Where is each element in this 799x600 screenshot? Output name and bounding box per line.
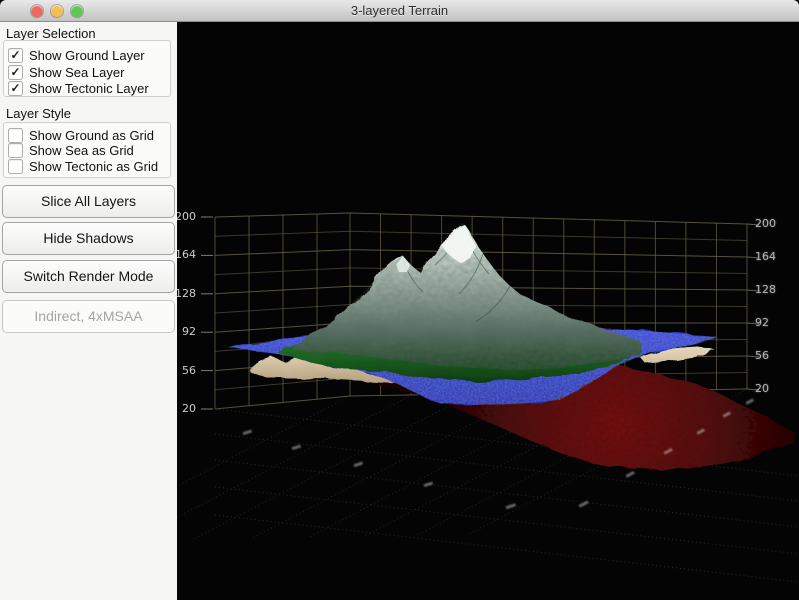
y-axis-right-label: 128 (755, 283, 776, 296)
slice-all-layers-button[interactable]: Slice All Layers (2, 185, 175, 218)
ground-layer-checkbox[interactable]: ✓ (8, 48, 23, 63)
checkbox-row-ground-layer[interactable]: ✓ Show Ground Layer (8, 48, 145, 63)
control-sidebar: Layer Selection ✓ Show Ground Layer ✓ Sh… (0, 22, 177, 600)
terrain-3d-viewport[interactable]: 200 164 128 92 56 20 200 164 128 92 56 2… (177, 22, 799, 600)
y-axis-right-label: 56 (755, 349, 769, 362)
checkbox-label: Show Ground as Grid (29, 128, 155, 143)
sea-layer-checkbox[interactable]: ✓ (8, 65, 23, 80)
check-mark: ✓ (10, 48, 21, 62)
checkbox-label: Show Tectonic Layer (29, 81, 149, 96)
checkbox-row-sea-grid[interactable]: Show Sea as Grid (8, 143, 134, 158)
check-mark: ✓ (10, 81, 21, 95)
checkbox-label: Show Sea as Grid (29, 143, 134, 158)
check-mark: ✓ (10, 65, 21, 79)
terrain-render (177, 212, 799, 583)
y-axis-right-label: 92 (755, 316, 769, 329)
y-axis-left-label: 92 (182, 325, 196, 338)
sea-grid-checkbox[interactable] (8, 143, 23, 158)
hide-shadows-button[interactable]: Hide Shadows (2, 222, 175, 255)
checkbox-row-ground-grid[interactable]: Show Ground as Grid (8, 128, 154, 143)
checkbox-row-tectonic-layer[interactable]: ✓ Show Tectonic Layer (8, 81, 149, 96)
tectonic-grid-checkbox[interactable] (8, 159, 23, 174)
title-bar[interactable]: 3-layered Terrain (0, 0, 799, 22)
checkbox-label: Show Sea Layer (29, 65, 125, 80)
mountain (292, 223, 640, 370)
checkbox-label: Show Tectonic as Grid (29, 159, 159, 174)
window-title: 3-layered Terrain (350, 3, 449, 18)
y-axis-left-label: 200 (177, 210, 196, 223)
snow-cap-secondary (396, 256, 410, 272)
y-axis-left-label: 20 (182, 402, 196, 415)
layer-style-heading: Layer Style (6, 106, 72, 121)
checkbox-label: Show Ground Layer (29, 48, 145, 63)
y-axis-right-label: 20 (755, 382, 769, 395)
y-axis-left-label: 164 (177, 248, 196, 261)
app-window: 3-layered Terrain Layer Selection ✓ Show… (0, 0, 799, 600)
y-axis-right-label: 200 (755, 217, 776, 230)
y-axis-left-label: 128 (177, 287, 196, 300)
switch-render-mode-button[interactable]: Switch Render Mode (2, 260, 175, 293)
ground-grid-checkbox[interactable] (8, 128, 23, 143)
checkbox-row-sea-layer[interactable]: ✓ Show Sea Layer (8, 65, 124, 80)
y-axis-left-label: 56 (182, 364, 196, 377)
y-axis-right-label: 164 (755, 250, 776, 263)
render-mode-status: Indirect, 4xMSAA (2, 300, 175, 333)
tectonic-layer-checkbox[interactable]: ✓ (8, 81, 23, 96)
checkbox-row-tectonic-grid[interactable]: Show Tectonic as Grid (8, 159, 158, 174)
